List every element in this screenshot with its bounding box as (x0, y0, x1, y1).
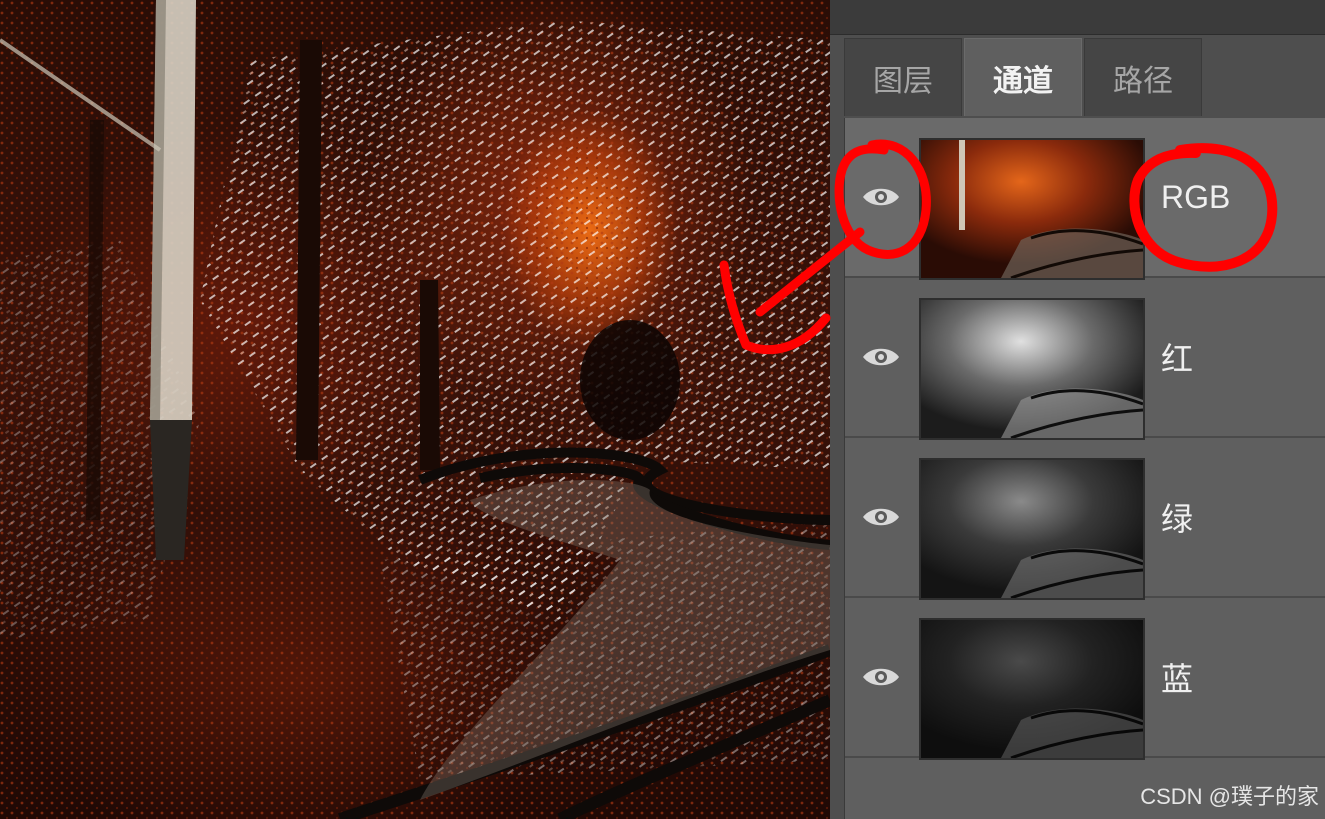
eye-icon[interactable] (857, 333, 905, 381)
tab-channels[interactable]: 通道 (964, 38, 1082, 116)
channel-thumbnail-red (919, 298, 1145, 440)
channel-row-rgb[interactable]: RGB (845, 118, 1325, 280)
channel-thumbnail-rgb (919, 138, 1145, 280)
channel-row-green[interactable]: 绿 (845, 438, 1325, 600)
document-canvas[interactable] (0, 0, 830, 819)
tab-layers[interactable]: 图层 (844, 38, 962, 116)
channel-list: RGB 红 绿 蓝 (844, 118, 1325, 819)
panel-title-bar (830, 0, 1325, 35)
channel-thumbnail-blue (919, 618, 1145, 760)
forest-railway-photo (0, 0, 830, 819)
channel-name-rgb: RGB (1161, 178, 1231, 215)
channel-name-blue: 蓝 (1161, 661, 1194, 697)
channel-row-blue[interactable]: 蓝 (845, 598, 1325, 760)
eye-icon[interactable] (857, 173, 905, 221)
channel-name-green: 绿 (1161, 501, 1194, 537)
channels-panel: 图层 通道 路径 RGB 红 绿 蓝 CSDN @璞子的家 (830, 0, 1325, 819)
panel-tab-bar: 图层 通道 路径 (844, 38, 1325, 118)
channel-row-red[interactable]: 红 (845, 278, 1325, 440)
watermark: CSDN @璞子的家 (1140, 784, 1319, 809)
tab-paths[interactable]: 路径 (1084, 38, 1202, 116)
channel-thumbnail-green (919, 458, 1145, 600)
eye-icon[interactable] (857, 653, 905, 701)
channel-name-red: 红 (1161, 341, 1194, 377)
eye-icon[interactable] (857, 493, 905, 541)
